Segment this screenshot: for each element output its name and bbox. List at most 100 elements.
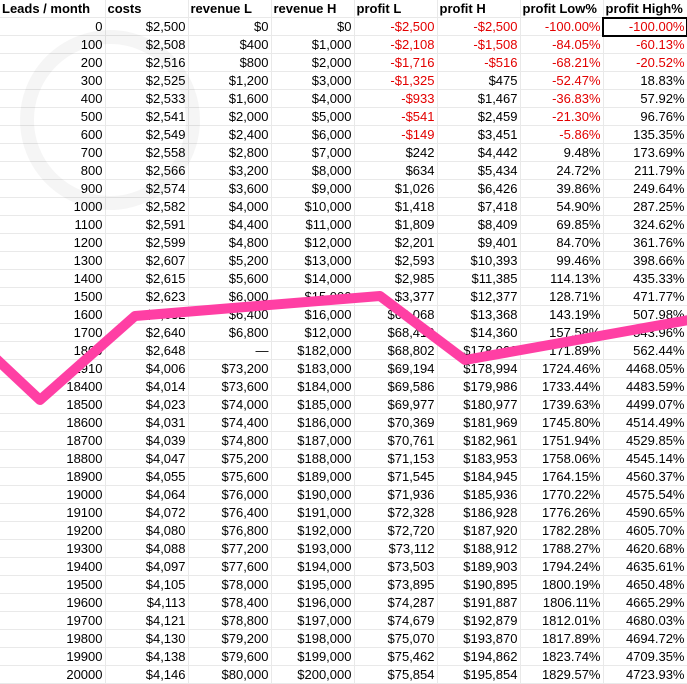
cell[interactable]: -20.52% [603, 54, 687, 72]
cell[interactable]: 1733.44% [520, 378, 603, 396]
spreadsheet-table[interactable]: Leads / month costs revenue L revenue H … [0, 0, 687, 684]
cell[interactable]: 19800 [0, 630, 105, 648]
cell[interactable]: $183,000 [271, 360, 354, 378]
cell[interactable]: $178,994 [437, 360, 520, 378]
cell[interactable]: 4514.49% [603, 414, 687, 432]
cell[interactable]: $4,014 [105, 378, 188, 396]
cell[interactable]: $9,000 [271, 180, 354, 198]
cell[interactable]: -$149 [354, 126, 437, 144]
cell[interactable]: $2,623 [105, 288, 188, 306]
cell[interactable]: 18600 [0, 414, 105, 432]
cell[interactable]: $69,977 [354, 396, 437, 414]
cell[interactable]: 4650.48% [603, 576, 687, 594]
cell[interactable]: 1782.28% [520, 522, 603, 540]
cell[interactable]: $80,000 [188, 666, 271, 684]
cell[interactable]: $187,000 [271, 432, 354, 450]
cell[interactable]: $4,023 [105, 396, 188, 414]
cell[interactable]: 287.25% [603, 198, 687, 216]
col-header-costs[interactable]: costs [105, 0, 188, 18]
cell[interactable]: $800 [188, 54, 271, 72]
cell[interactable]: 1776.26% [520, 504, 603, 522]
cell[interactable]: $4,400 [188, 216, 271, 234]
cell[interactable]: $4,072 [105, 504, 188, 522]
cell[interactable]: $75,200 [188, 450, 271, 468]
cell[interactable]: 19300 [0, 540, 105, 558]
cell[interactable]: $4,000 [271, 90, 354, 108]
cell[interactable]: $400 [188, 36, 271, 54]
cell[interactable]: $0 [271, 18, 354, 36]
cell[interactable]: $69,586 [354, 378, 437, 396]
cell[interactable]: 1806.11% [520, 594, 603, 612]
cell[interactable]: $16,000 [271, 306, 354, 324]
cell[interactable]: 900 [0, 180, 105, 198]
cell[interactable]: -$1,325 [354, 72, 437, 90]
cell[interactable]: $4,006 [105, 360, 188, 378]
cell[interactable]: $189,000 [271, 468, 354, 486]
cell[interactable]: 18400 [0, 378, 105, 396]
cell[interactable]: 4590.65% [603, 504, 687, 522]
cell[interactable]: 19100 [0, 504, 105, 522]
cell[interactable]: $192,000 [271, 522, 354, 540]
cell[interactable]: $179,986 [437, 378, 520, 396]
cell[interactable]: $192,879 [437, 612, 520, 630]
cell[interactable]: -$1,716 [354, 54, 437, 72]
cell[interactable]: $12,377 [437, 288, 520, 306]
cell[interactable]: $2,607 [105, 252, 188, 270]
cell[interactable]: $193,870 [437, 630, 520, 648]
cell[interactable]: $4,800 [188, 234, 271, 252]
cell[interactable]: $8,000 [271, 162, 354, 180]
cell[interactable]: -$516 [437, 54, 520, 72]
cell[interactable]: $75,070 [354, 630, 437, 648]
col-header-profit-h[interactable]: profit H [437, 0, 520, 18]
cell[interactable]: 1910 [0, 360, 105, 378]
cell[interactable]: $4,121 [105, 612, 188, 630]
cell[interactable]: $4,064 [105, 486, 188, 504]
cell[interactable]: 1745.80% [520, 414, 603, 432]
cell[interactable]: 1400 [0, 270, 105, 288]
cell[interactable]: 1800.19% [520, 576, 603, 594]
cell[interactable]: $71,936 [354, 486, 437, 504]
cell[interactable]: $4,097 [105, 558, 188, 576]
cell[interactable]: $195,854 [437, 666, 520, 684]
cell[interactable]: 4680.03% [603, 612, 687, 630]
cell[interactable]: $190,895 [437, 576, 520, 594]
cell[interactable]: 1600 [0, 306, 105, 324]
cell[interactable]: $186,000 [271, 414, 354, 432]
cell[interactable]: $4,080 [105, 522, 188, 540]
cell[interactable]: 400 [0, 90, 105, 108]
cell[interactable]: 1812.01% [520, 612, 603, 630]
cell[interactable]: $185,936 [437, 486, 520, 504]
cell[interactable]: 200 [0, 54, 105, 72]
cell[interactable]: $9,401 [437, 234, 520, 252]
cell[interactable]: 1739.63% [520, 396, 603, 414]
cell[interactable]: $2,541 [105, 108, 188, 126]
cell[interactable]: $74,287 [354, 594, 437, 612]
cell[interactable]: 100 [0, 36, 105, 54]
cell[interactable]: $191,887 [437, 594, 520, 612]
cell[interactable]: $73,112 [354, 540, 437, 558]
cell[interactable]: 9.48% [520, 144, 603, 162]
cell[interactable]: $2,591 [105, 216, 188, 234]
cell[interactable]: $634 [354, 162, 437, 180]
cell[interactable]: $78,800 [188, 612, 271, 630]
cell[interactable]: 1000 [0, 198, 105, 216]
cell[interactable]: $2,582 [105, 198, 188, 216]
cell[interactable]: $1,000 [271, 36, 354, 54]
cell[interactable]: $188,912 [437, 540, 520, 558]
cell[interactable]: 1829.57% [520, 666, 603, 684]
cell[interactable]: $12,000 [271, 234, 354, 252]
cell[interactable]: $6,400 [188, 306, 271, 324]
cell[interactable]: $74,679 [354, 612, 437, 630]
cell[interactable]: $78,400 [188, 594, 271, 612]
cell[interactable]: $2,558 [105, 144, 188, 162]
cell[interactable]: -$1,508 [437, 36, 520, 54]
cell[interactable]: $193,000 [271, 540, 354, 558]
cell[interactable]: $13,368 [437, 306, 520, 324]
cell[interactable]: 543.96% [603, 324, 687, 342]
cell[interactable]: 1200 [0, 234, 105, 252]
cell[interactable]: $6,000 [271, 126, 354, 144]
cell[interactable]: -$933 [354, 90, 437, 108]
col-header-profit-high-pct[interactable]: profit High% [603, 0, 687, 18]
col-header-revenue-l[interactable]: revenue L [188, 0, 271, 18]
cell[interactable]: $7,000 [271, 144, 354, 162]
